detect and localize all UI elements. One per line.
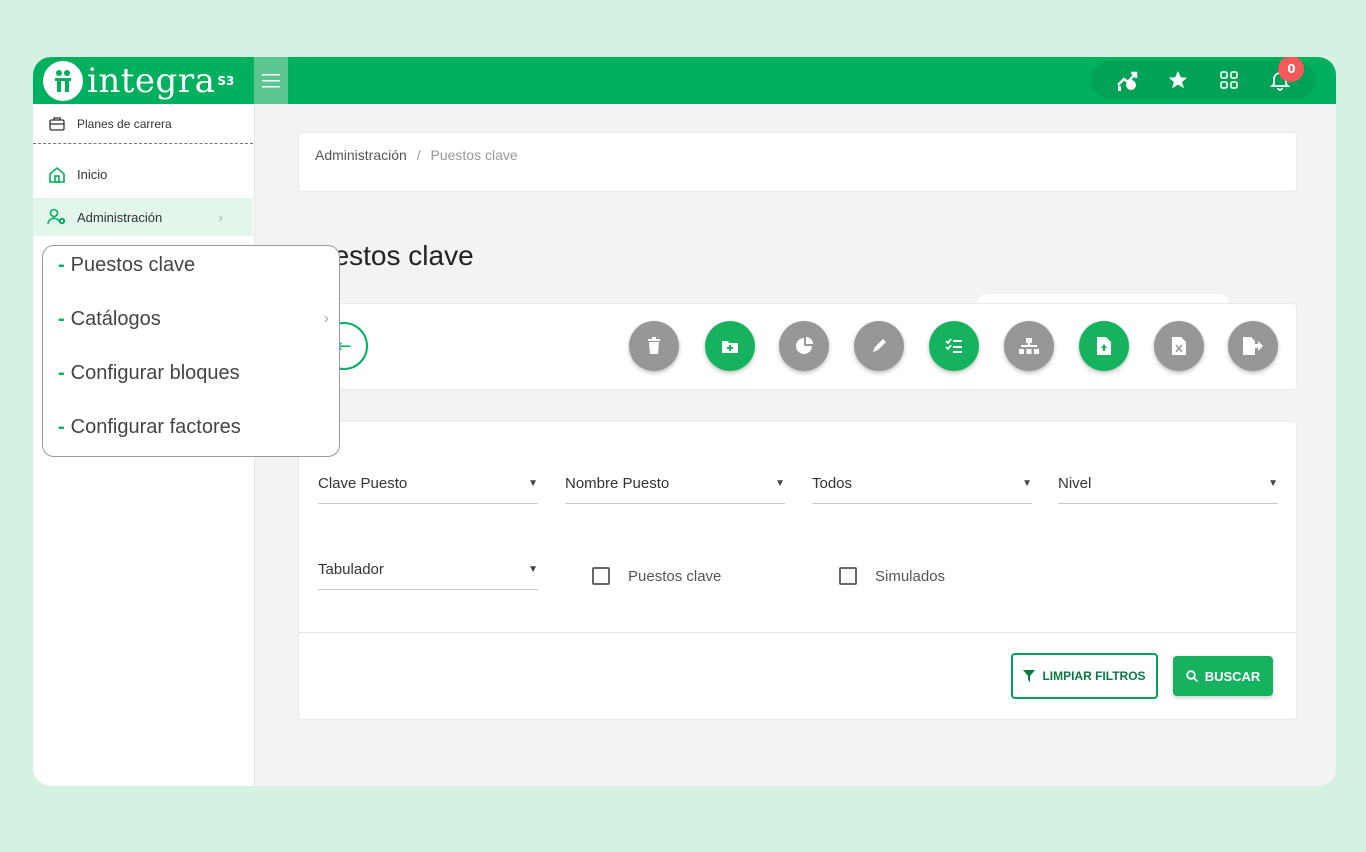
logo-superscript: S3 [217,74,235,88]
search-icon [1185,670,1198,682]
submenu-item-catalogos[interactable]: - Catálogos › [58,304,333,334]
caret-down-icon: ▼ [775,478,785,489]
sidebar-item-administracion[interactable]: Administración › [33,198,253,236]
trash-icon [648,337,660,354]
todos-select[interactable]: Todos ▼ [812,464,1032,504]
chart-button[interactable] [779,321,829,371]
submenu-item-configurar-factores[interactable]: - Configurar factores [58,412,333,442]
checklist-icon [945,338,962,353]
submenu-item-label: Configurar bloques [70,361,240,384]
filter-icon [1023,670,1036,682]
puestos-clave-checkbox[interactable]: Puestos clave [592,567,721,585]
upload-file-button[interactable] [1079,321,1129,371]
checkbox-label: Simulados [875,567,946,585]
submenu-item-label: Puestos clave [70,253,196,276]
checkbox-box[interactable] [592,567,610,585]
file-excel-icon [1172,337,1186,355]
logo-text: integra [87,61,216,101]
edit-button[interactable] [854,321,904,371]
nombre-puesto-select[interactable]: Nombre Puesto ▼ [565,464,785,504]
sidebar-item-planes-de-carrera[interactable]: Planes de carrera [33,104,253,144]
submenu-item-label: Configurar factores [70,415,241,438]
breadcrumb-parent[interactable]: Administración [315,147,407,163]
logo[interactable]: integra S3 [43,59,234,103]
select-label: Tabulador [318,561,384,578]
dash-icon: - [58,361,65,384]
dash-icon: - [58,253,65,276]
clave-puesto-select[interactable]: Clave Puesto ▼ [318,464,538,504]
sidebar-item-label: Administración [77,209,163,225]
search-button[interactable]: BUSCAR [1173,656,1273,696]
logo-mark-icon [43,61,83,101]
users-gear-icon [47,207,67,227]
notification-bell-icon[interactable]: 0 [1268,57,1305,92]
caret-down-icon: ▼ [528,564,538,575]
submenu-item-label: Catálogos [70,307,161,330]
caret-down-icon: ▼ [528,478,538,489]
dash-icon: - [58,307,65,330]
file-upload-icon [1097,337,1111,355]
page-title: uestos clave [318,240,474,271]
delete-button[interactable] [629,321,679,371]
sidebar-item-inicio[interactable]: Inicio [33,157,253,192]
select-label: Nombre Puesto [565,475,670,492]
sitemap-icon [1019,338,1039,354]
search-label: BUSCAR [1204,668,1261,684]
pen-icon [873,339,886,352]
select-label: Todos [812,475,853,492]
nivel-select[interactable]: Nivel ▼ [1058,464,1278,504]
select-label: Clave Puesto [318,475,408,492]
notification-badge: 0 [1278,57,1305,82]
chart-growth-icon[interactable] [1115,68,1139,92]
home-icon [47,165,67,185]
top-bar: integra S3 0 [33,57,1336,104]
clear-filters-label: LIMPIAR FILTROS [1042,669,1146,683]
select-label: Nivel [1058,475,1092,492]
star-icon[interactable] [1166,68,1190,92]
apps-grid-icon[interactable] [1217,68,1241,92]
sidebar-item-label: Planes de carrera [77,116,172,131]
submenu-popup: - Puestos clave - Catálogos › - Configur… [42,245,340,457]
add-folder-button[interactable] [705,321,755,371]
checkbox-label: Puestos clave [628,567,722,585]
hamburger-menu-button[interactable] [254,57,288,104]
export-excel-button[interactable] [1154,321,1204,371]
tabulador-select[interactable]: Tabulador ▼ [318,550,538,590]
folder-plus-icon [722,341,738,353]
breadcrumb-separator: / [416,147,421,163]
hamburger-icon [262,73,280,87]
pie-chart-icon [796,337,813,354]
sidebar-item-label: Inicio [77,167,108,182]
caret-down-icon: ▼ [1022,478,1032,489]
caret-down-icon: ▼ [1268,478,1278,489]
org-chart-button[interactable] [1004,321,1054,371]
submenu-item-puestos-clave[interactable]: - Puestos clave [58,250,333,280]
divider [299,632,1296,633]
dash-icon: - [58,415,65,438]
checkbox-box[interactable] [839,567,857,585]
briefcase-icon [47,114,67,134]
submenu-item-configurar-bloques[interactable]: - Configurar bloques [58,358,333,388]
chevron-right-icon: › [323,310,329,327]
breadcrumb: Administración / Puestos clave [298,132,1297,192]
export-file-button[interactable] [1228,321,1278,371]
simulados-checkbox[interactable]: Simulados [839,567,945,585]
breadcrumb-current: Puestos clave [430,147,518,163]
top-actions: 0 [1091,57,1316,99]
chevron-right-icon: › [218,209,223,225]
checklist-button[interactable] [929,321,979,371]
file-export-icon [1243,337,1263,355]
clear-filters-button[interactable]: LIMPIAR FILTROS [1011,653,1158,699]
